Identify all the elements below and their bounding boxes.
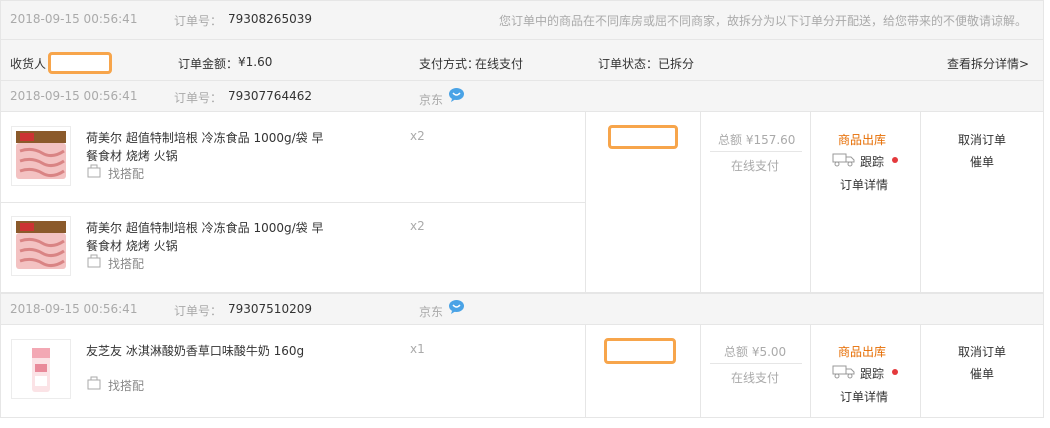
product-title[interactable]: 荷美尔 超值特制培根 冷冻食品 1000g/袋 早 — [86, 219, 323, 236]
product-title-line2[interactable]: 餐食材 烧烤 火锅 — [86, 237, 178, 254]
recipient-redaction — [48, 52, 112, 74]
match-icon — [87, 254, 101, 268]
total-divider — [710, 151, 802, 152]
urge-order-link[interactable]: 催单 — [970, 153, 994, 170]
recipient-label: 收货人 — [10, 57, 47, 71]
track-link[interactable]: 跟踪 — [860, 153, 884, 170]
match-icon — [87, 376, 101, 390]
suborder-header — [0, 80, 1044, 112]
column-divider — [700, 325, 701, 418]
product-title[interactable]: 友芝友 冰淇淋酸奶香草口味酸牛奶 160g — [86, 342, 304, 359]
split-notice: 您订单中的商品在不同库房或屈不同商家，故拆分为以下订单分开配送，给您带来的不便敬… — [499, 14, 1028, 28]
suborder-number: 79307764462 — [228, 89, 312, 103]
truck-icon — [832, 365, 855, 379]
consignee-redaction — [608, 125, 678, 149]
shop-name[interactable]: 京东 — [419, 303, 443, 320]
split-details-link[interactable]: 查看拆分详情> — [947, 55, 1029, 72]
order-status-label: 订单状态： — [598, 57, 659, 71]
truck-icon — [832, 153, 855, 167]
item-divider — [1, 202, 585, 203]
find-match-link[interactable]: 找搭配 — [108, 377, 144, 394]
chat-icon[interactable] — [448, 299, 465, 314]
find-match-link[interactable]: 找搭配 — [108, 255, 144, 272]
suborder-header — [0, 293, 1044, 325]
product-thumbnail[interactable] — [11, 216, 71, 276]
quantity: x1 — [410, 342, 425, 356]
column-divider — [920, 112, 921, 293]
shop-name[interactable]: 京东 — [419, 91, 443, 108]
order-amount: ¥1.60 — [238, 55, 273, 69]
cancel-order-link[interactable]: 取消订单 — [958, 343, 1006, 360]
suborder-number: 79307510209 — [228, 302, 312, 316]
suborder-time: 2018-09-15 00:56:41 — [10, 302, 138, 316]
cancel-order-link[interactable]: 取消订单 — [958, 131, 1006, 148]
product-thumbnail[interactable] — [11, 339, 71, 399]
column-divider — [920, 325, 921, 418]
product-title[interactable]: 荷美尔 超值特制培根 冷冻食品 1000g/袋 早 — [86, 129, 323, 146]
notification-dot — [892, 369, 898, 375]
pay-method: 在线支付 — [731, 371, 780, 385]
order-amount-label: 订单金额： — [178, 57, 239, 71]
track-link[interactable]: 跟踪 — [860, 365, 884, 382]
suborder-time: 2018-09-15 00:56:41 — [10, 89, 138, 103]
column-divider — [585, 325, 586, 418]
order-total: 总额 ¥5.00 — [724, 345, 787, 359]
suborder-number-label: 订单号： — [174, 304, 223, 318]
column-divider — [810, 325, 811, 418]
order-status: 商品出库 — [838, 133, 887, 147]
chat-icon[interactable] — [448, 87, 465, 102]
urge-order-link[interactable]: 催单 — [970, 365, 994, 382]
notification-dot — [892, 157, 898, 163]
product-thumbnail[interactable] — [11, 126, 71, 186]
order-detail-link[interactable]: 订单详情 — [840, 388, 888, 405]
suborder-number-label: 订单号： — [174, 91, 223, 105]
order-number-label: 订单号： — [174, 14, 223, 28]
payment-method: 在线支付 — [475, 57, 524, 71]
column-divider — [700, 112, 701, 293]
order-time: 2018-09-15 00:56:41 — [10, 12, 138, 26]
column-divider — [810, 112, 811, 293]
match-icon — [87, 164, 101, 178]
pay-method: 在线支付 — [731, 159, 780, 173]
column-divider — [585, 112, 586, 293]
total-divider — [710, 363, 802, 364]
order-status: 商品出库 — [838, 345, 887, 359]
payment-label: 支付方式： — [419, 57, 480, 71]
product-title-line2[interactable]: 餐食材 烧烤 火锅 — [86, 147, 178, 164]
quantity: x2 — [410, 219, 425, 233]
order-number: 79308265039 — [228, 12, 312, 26]
order-status: 已拆分 — [658, 57, 695, 71]
order-total: 总额 ¥157.60 — [718, 133, 796, 147]
consignee-redaction — [604, 338, 676, 364]
find-match-link[interactable]: 找搭配 — [108, 165, 144, 182]
order-detail-link[interactable]: 订单详情 — [840, 176, 888, 193]
quantity: x2 — [410, 129, 425, 143]
